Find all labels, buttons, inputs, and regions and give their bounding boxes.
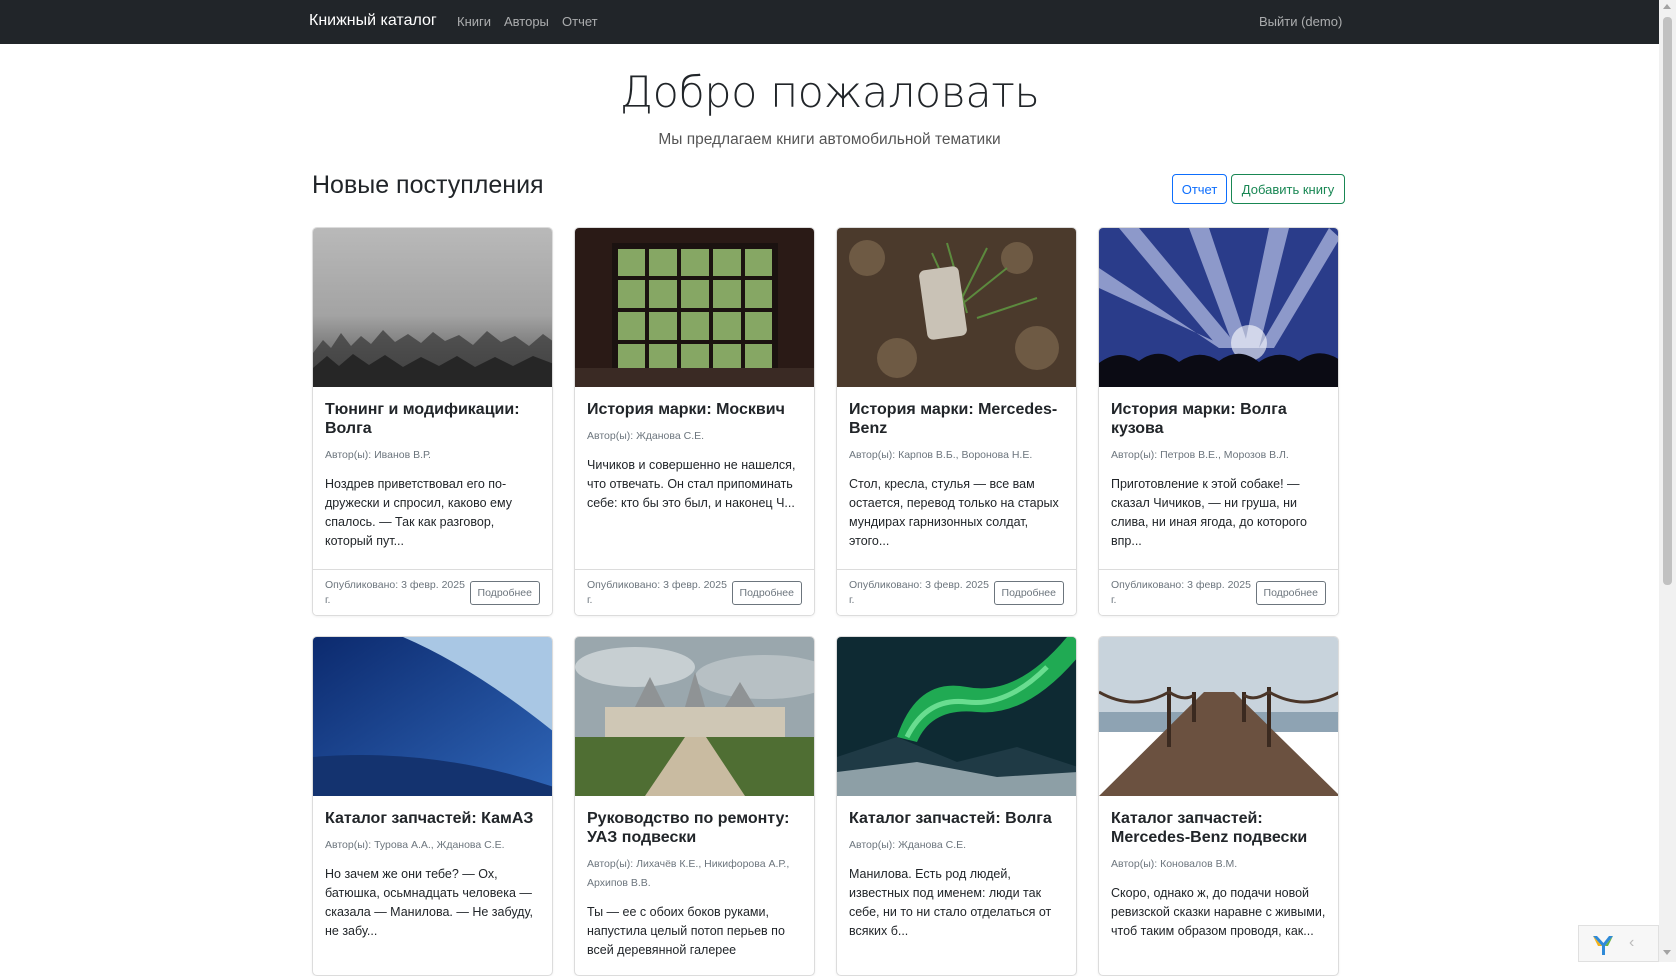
book-title: Каталог запчастей: Mercedes-Benz подвеск… bbox=[1111, 810, 1308, 846]
book-description: Ты — ее с обоих боков руками, напустила … bbox=[587, 905, 785, 957]
toolbar-toggle[interactable]: ‹ bbox=[1629, 934, 1634, 952]
card-footer: Опубликовано: 3 февр. 2025 г. Подробнее bbox=[1099, 569, 1338, 615]
details-button[interactable]: Подробнее bbox=[731, 581, 802, 605]
published-date: Опубликовано: 3 февр. 2025 г. bbox=[849, 579, 989, 606]
book-description: Приготовление к этой собаке! — сказал Чи… bbox=[1111, 477, 1307, 548]
section-title: Новые поступления bbox=[312, 171, 544, 199]
report-button[interactable]: Отчет bbox=[1172, 174, 1227, 204]
nav-link-report[interactable]: Отчет bbox=[562, 14, 598, 29]
book-cover-image bbox=[837, 228, 1076, 387]
yii-logo-icon[interactable] bbox=[1591, 934, 1615, 956]
book-description: Но зачем же они тебе? — Ох, батюшка, ось… bbox=[325, 867, 533, 938]
nav-link-books[interactable]: Книги bbox=[457, 14, 491, 29]
book-authors: Автор(ы): Петров В.Е., Морозов В.Л. bbox=[1111, 449, 1289, 461]
book-description: Чичиков и совершенно не нашелся, что отв… bbox=[587, 458, 796, 510]
book-authors: Автор(ы): Лихачёв К.Е., Никифорова А.Р.,… bbox=[587, 858, 790, 889]
book-title: История марки: Волга кузова bbox=[1111, 401, 1287, 437]
page-scrollbar[interactable] bbox=[1659, 0, 1676, 962]
book-title: Каталог запчастей: КамАЗ bbox=[325, 810, 534, 827]
scroll-up-arrow-icon[interactable] bbox=[1663, 4, 1671, 9]
published-date: Опубликовано: 3 февр. 2025 г. bbox=[587, 579, 727, 606]
details-button[interactable]: Подробнее bbox=[1255, 581, 1326, 605]
book-card: История марки: Волга кузова Автор(ы): Пе… bbox=[1098, 227, 1339, 616]
nav-link-authors[interactable]: Авторы bbox=[504, 14, 549, 29]
book-card: Каталог запчастей: Mercedes-Benz подвеск… bbox=[1098, 636, 1339, 976]
scrollbar-thumb[interactable] bbox=[1663, 17, 1672, 585]
book-cover-image bbox=[1099, 637, 1338, 796]
card-footer: Опубликовано: 3 февр. 2025 г. Подробнее bbox=[575, 569, 814, 615]
book-cover-image bbox=[313, 637, 552, 796]
book-authors: Автор(ы): Жданова С.Е. bbox=[587, 430, 705, 442]
add-book-button[interactable]: Добавить книгу bbox=[1231, 174, 1345, 204]
details-button[interactable]: Подробнее bbox=[993, 581, 1064, 605]
book-title: Каталог запчастей: Волга bbox=[849, 810, 1052, 827]
book-card: Тюнинг и модификации: Волга Автор(ы): Ив… bbox=[312, 227, 553, 616]
logout-link[interactable]: Выйти (demo) bbox=[1259, 14, 1342, 29]
details-button[interactable]: Подробнее bbox=[469, 581, 540, 605]
book-authors: Автор(ы): Жданова С.Е. bbox=[849, 839, 967, 851]
book-card: История марки: Mercedes-Benz Автор(ы): К… bbox=[836, 227, 1077, 616]
page-title: Добро пожаловать bbox=[619, 68, 1040, 118]
book-cover-image bbox=[837, 637, 1076, 796]
book-cover-image bbox=[575, 228, 814, 387]
book-authors: Автор(ы): Иванов В.Р. bbox=[325, 449, 431, 461]
book-title: История марки: Mercedes-Benz bbox=[849, 401, 1058, 437]
book-title: Тюнинг и модификации: Волга bbox=[325, 401, 520, 437]
book-card: Каталог запчастей: КамАЗ Автор(ы): Туров… bbox=[312, 636, 553, 976]
page-subtitle: Мы предлагаем книги автомобильной темати… bbox=[658, 131, 1001, 148]
debug-toolbar[interactable]: ‹ bbox=[1578, 925, 1659, 962]
card-footer: Опубликовано: 3 февр. 2025 г. Подробнее bbox=[313, 569, 552, 615]
book-description: Манилова. Есть род людей, известных под … bbox=[849, 867, 1052, 938]
published-date: Опубликовано: 3 февр. 2025 г. bbox=[325, 579, 465, 606]
book-description: Стол, кресла, стулья — все вам остается,… bbox=[849, 477, 1059, 548]
scroll-down-arrow-icon[interactable] bbox=[1663, 950, 1671, 955]
book-cover-image bbox=[313, 228, 552, 387]
book-description: Скоро, однако ж, до подачи новой ревизск… bbox=[1111, 886, 1326, 938]
book-title: История марки: Москвич bbox=[587, 401, 785, 418]
book-description: Ноздрев приветствовал его по-дружески и … bbox=[325, 477, 512, 548]
book-cover-image bbox=[575, 637, 814, 796]
card-footer: Опубликовано: 3 февр. 2025 г. Подробнее bbox=[837, 569, 1076, 615]
book-card: Каталог запчастей: Волга Автор(ы): Ждано… bbox=[836, 636, 1077, 976]
navbar-brand[interactable]: Книжный каталог bbox=[309, 12, 437, 30]
book-card: Руководство по ремонту: УАЗ подвески Авт… bbox=[574, 636, 815, 976]
book-authors: Автор(ы): Карпов В.Б., Воронова Н.Е. bbox=[849, 449, 1033, 461]
book-card: История марки: Москвич Автор(ы): Жданова… bbox=[574, 227, 815, 616]
book-authors: Автор(ы): Коновалов В.М. bbox=[1111, 858, 1238, 870]
book-cover-image bbox=[1099, 228, 1338, 387]
book-title: Руководство по ремонту: УАЗ подвески bbox=[587, 810, 790, 846]
navbar: Книжный каталог Книги Авторы Отчет Выйти… bbox=[0, 0, 1659, 44]
published-date: Опубликовано: 3 февр. 2025 г. bbox=[1111, 579, 1251, 606]
book-authors: Автор(ы): Турова А.А., Жданова С.Е. bbox=[325, 839, 505, 851]
